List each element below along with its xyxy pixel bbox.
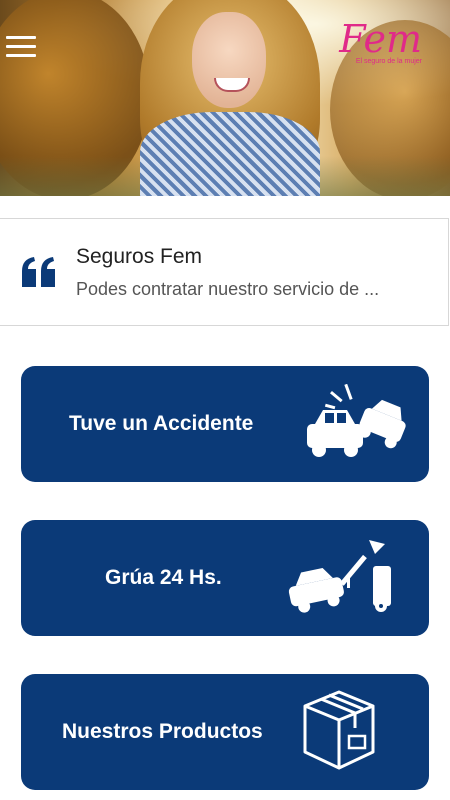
news-title: Seguros Fem xyxy=(76,245,203,268)
tow-truck-button[interactable]: Grúa 24 Hs. xyxy=(21,520,429,636)
hamburger-menu-icon[interactable] xyxy=(6,36,36,58)
box-icon xyxy=(303,690,375,770)
accident-button-label: Tuve un Accidente xyxy=(69,412,254,435)
products-button[interactable]: Nuestros Productos xyxy=(21,674,429,790)
car-crash-icon xyxy=(307,384,406,457)
fem-logo: Fem El seguro de la mujer xyxy=(330,18,422,88)
news-subtitle: Podes contratar nuestro servicio de ... xyxy=(76,279,380,299)
banner-photo-woman xyxy=(130,0,330,196)
tow-truck-button-label: Grúa 24 Hs. xyxy=(105,566,222,589)
header-banner: Fem El seguro de la mujer xyxy=(0,0,450,196)
tow-truck-icon xyxy=(288,540,391,613)
news-card[interactable]: Seguros Fem Podes contratar nuestro serv… xyxy=(0,218,449,326)
products-button-label: Nuestros Productos xyxy=(62,720,263,743)
accident-button[interactable]: Tuve un Accidente xyxy=(21,366,429,482)
quote-icon xyxy=(22,257,55,287)
logo-wordmark: Fem xyxy=(339,17,422,61)
